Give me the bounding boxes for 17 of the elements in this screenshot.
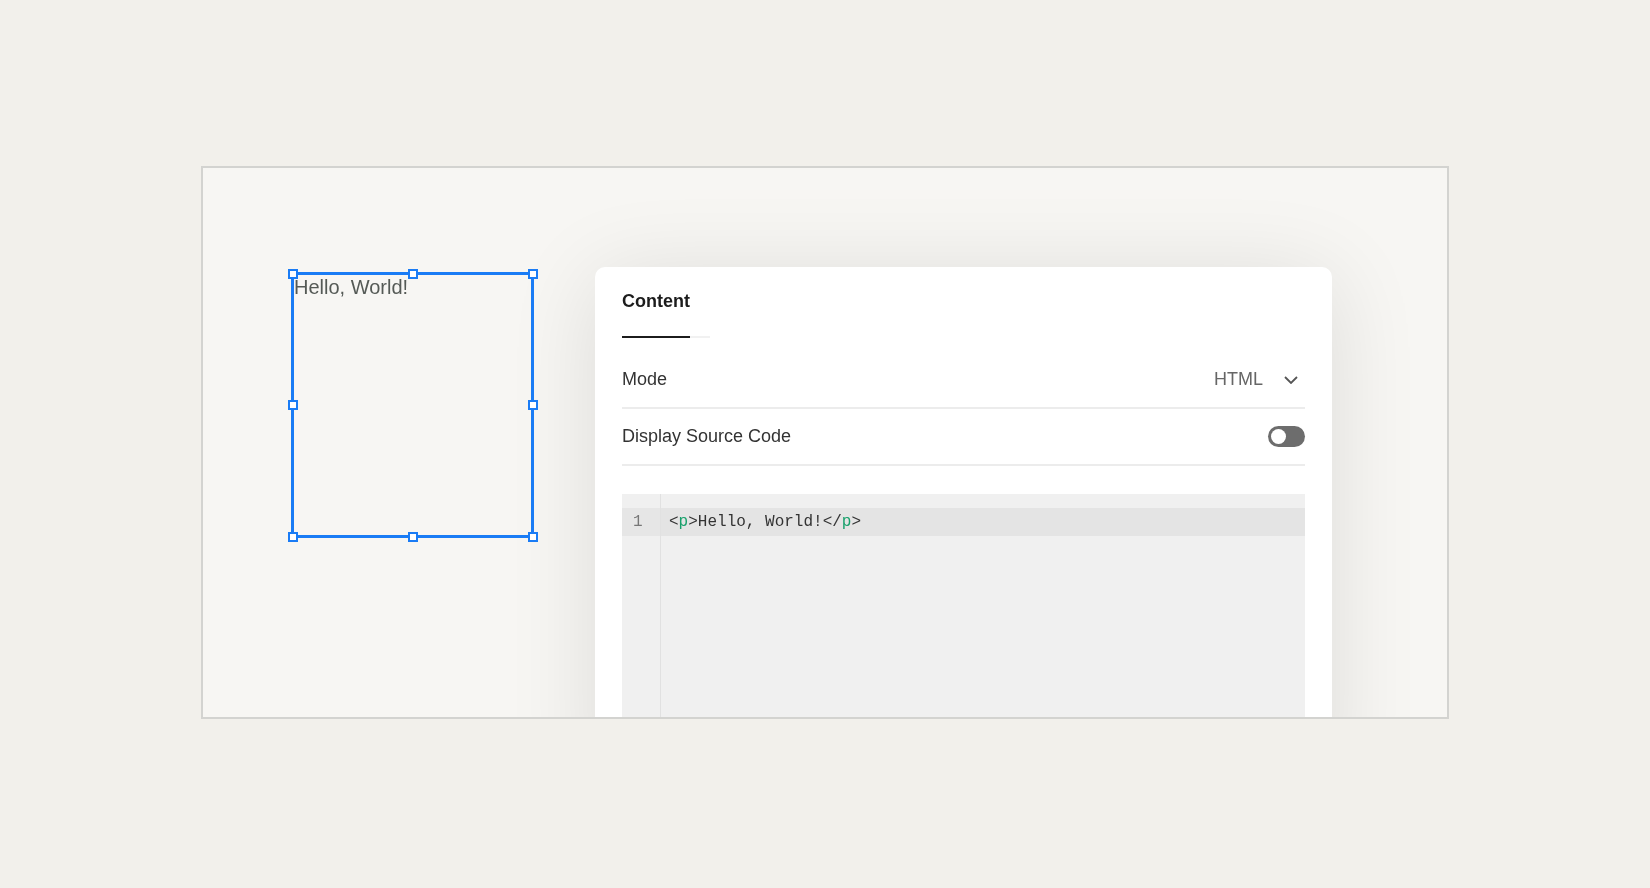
toggle-switch[interactable] xyxy=(1268,426,1305,447)
chevron-down-icon xyxy=(1284,375,1298,384)
resize-handle[interactable] xyxy=(527,400,538,410)
resize-handle[interactable] xyxy=(287,531,298,542)
resize-handle[interactable] xyxy=(287,268,298,279)
setting-label: Mode xyxy=(622,369,668,390)
resize-handle[interactable] xyxy=(407,531,418,542)
resize-handle[interactable] xyxy=(527,268,538,279)
text-content: Hello, World! xyxy=(294,275,409,299)
setting-label: Display Source Code xyxy=(622,426,792,447)
resize-handle[interactable] xyxy=(527,531,538,542)
resize-handle[interactable] xyxy=(407,268,418,279)
code-editor[interactable]: 1 <p>Hello, World!</p> xyxy=(622,494,1305,717)
line-number: 1 xyxy=(622,508,660,536)
resize-handle[interactable] xyxy=(287,400,298,410)
tab[interactable]: Content xyxy=(622,291,690,338)
mode-dropdown[interactable]: HTML xyxy=(1214,369,1305,390)
